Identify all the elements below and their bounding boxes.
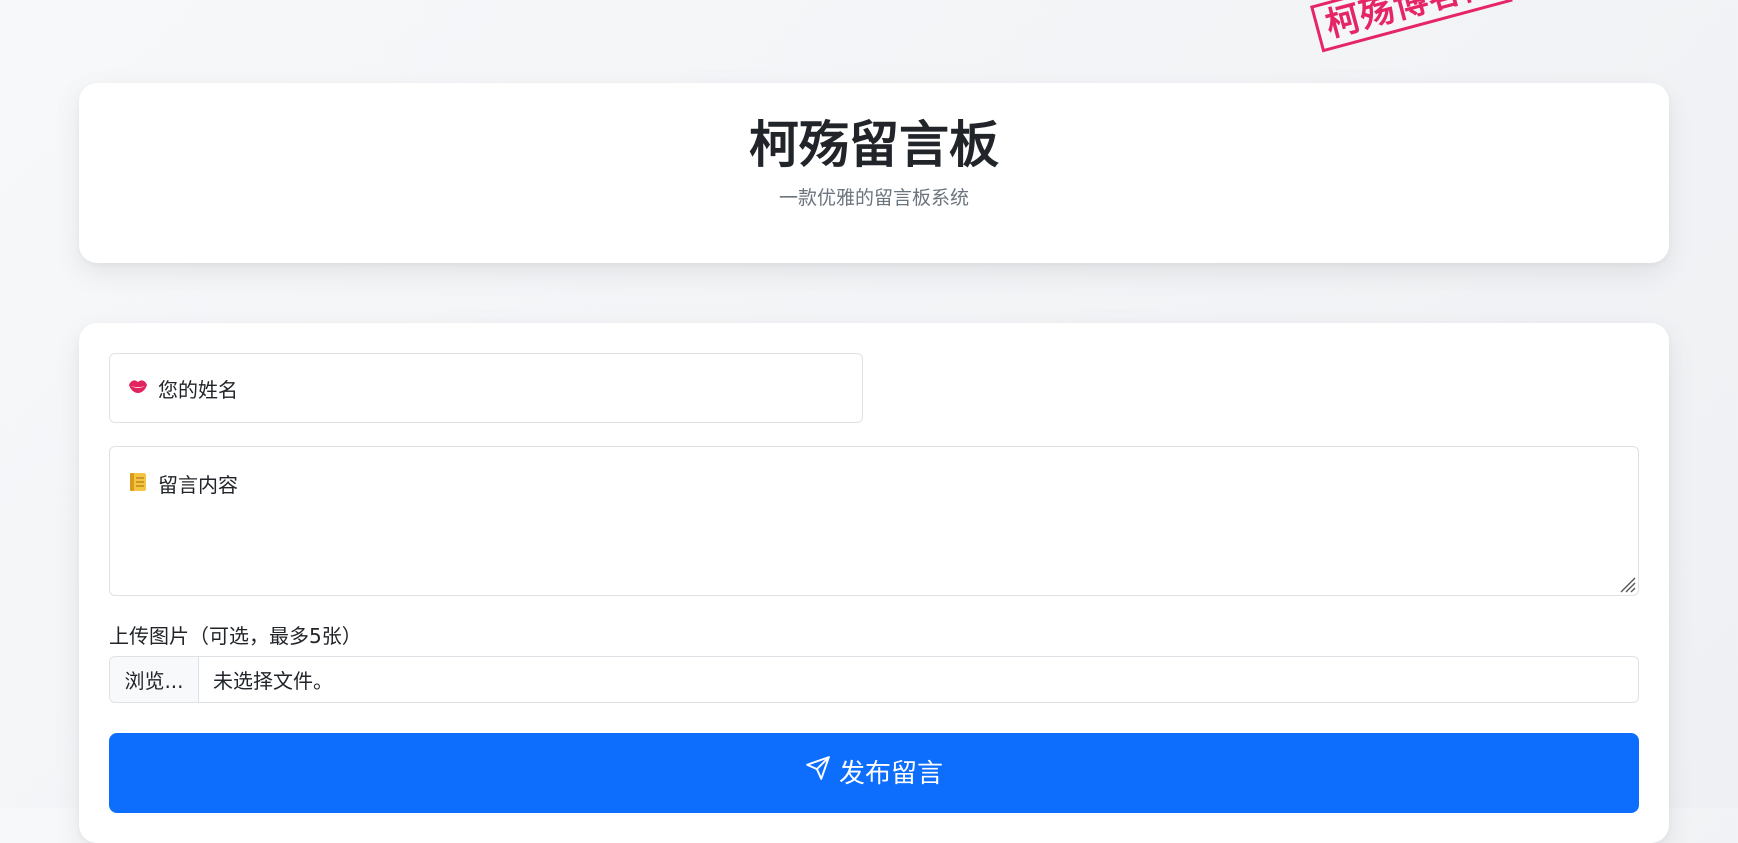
- message-form-card: 您的姓名 留言内容 上传图片（可选，最多5张） 浏览... 未选择文件。 发布留…: [79, 323, 1669, 843]
- page-subtitle: 一款优雅的留言板系统: [778, 187, 969, 209]
- upload-label: 上传图片（可选，最多5张）: [109, 624, 362, 648]
- header-card: 柯殇留言板 一款优雅的留言板系统: [79, 83, 1669, 263]
- name-placeholder: 您的姓名: [158, 377, 238, 402]
- page-title: 柯殇留言板: [749, 116, 999, 174]
- message-placeholder: 留言内容: [158, 473, 238, 497]
- watermark-stamp: 柯殇博客网: [1310, 0, 1513, 53]
- image-file-input[interactable]: 浏览... 未选择文件。: [109, 656, 1639, 703]
- browse-button[interactable]: 浏览...: [110, 657, 199, 702]
- file-status: 未选择文件。: [213, 669, 333, 693]
- send-icon: [805, 755, 831, 812]
- name-input[interactable]: 您的姓名: [109, 353, 863, 423]
- message-textarea[interactable]: 留言内容: [109, 446, 1639, 596]
- notebook-icon: [128, 472, 148, 496]
- submit-label: 发布留言: [838, 758, 943, 788]
- submit-button[interactable]: 发布留言: [109, 733, 1639, 813]
- lips-icon: [128, 378, 148, 398]
- resize-handle-icon[interactable]: [1618, 575, 1636, 593]
